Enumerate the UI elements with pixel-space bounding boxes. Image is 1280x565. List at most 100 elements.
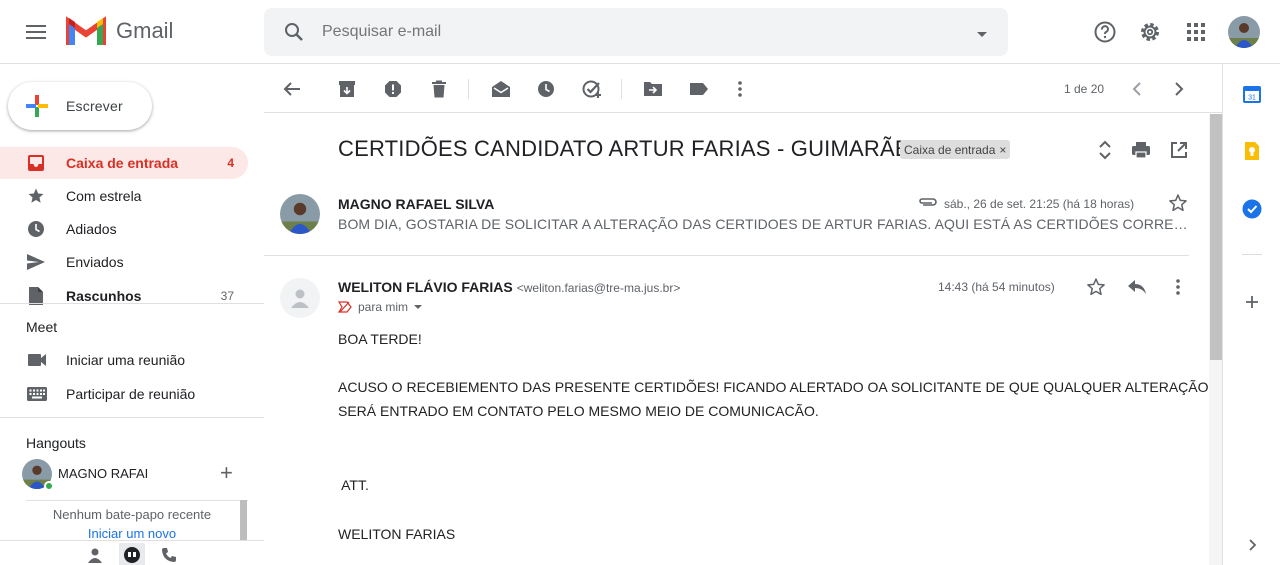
default-person-icon [291,289,309,308]
hangouts-user[interactable]: MAGNO RAFAI + [22,459,262,491]
hangouts-section-title: Hangouts [26,435,86,451]
label-icon [690,83,708,95]
reply-button[interactable] [1125,275,1149,299]
search-input[interactable] [322,20,922,44]
back-button[interactable] [280,77,304,101]
star-outline-icon [1087,278,1105,296]
star-button[interactable] [1166,191,1190,215]
remove-label-button[interactable]: × [999,143,1006,157]
sidebar-item-drafts[interactable]: Rascunhos 37 [0,280,248,312]
chevron-right-icon[interactable] [1242,535,1262,555]
main-scrollbar-thumb[interactable] [1210,114,1222,360]
sender-avatar[interactable] [280,278,320,318]
no-recent-chats-text: Nenhum bate-papo recente [52,507,212,522]
meet-item-label: Iniciar uma reunião [66,352,186,368]
app-name: Gmail [116,18,174,43]
unfold-icon [1099,140,1111,160]
keep-icon[interactable] [1242,141,1262,161]
add-addon-icon[interactable] [1242,292,1262,312]
video-camera-icon [26,350,48,370]
clock-icon [26,219,46,239]
phone-tab[interactable] [158,547,180,565]
archive-button[interactable] [335,77,359,101]
sidebar-item-label: Caixa de entrada [66,155,179,171]
gmail-logo[interactable]: Gmail [66,16,173,46]
person-icon [88,548,102,563]
tasks-icon[interactable] [1242,199,1262,219]
more-options-button[interactable] [728,77,752,101]
apps-button[interactable] [1182,18,1210,46]
star-button[interactable] [1084,275,1108,299]
compose-button[interactable]: Escrever [8,82,152,130]
hangouts-scrollbar[interactable] [240,500,247,540]
message-sender[interactable]: WELITON FLÁVIO FARIAS <weliton.farias@tre… [338,279,680,295]
send-icon [26,252,46,272]
sidebar-item-starred[interactable]: Com estrela [0,180,248,212]
inbox-label-chip: Caixa de entrada × [900,140,1011,159]
sidebar-item-label: Adiados [66,221,117,237]
report-spam-button[interactable] [381,77,405,101]
mark-unread-button[interactable] [489,77,513,101]
compose-label: Escrever [66,98,123,114]
newer-button[interactable] [1125,77,1149,101]
clock-icon [538,81,554,97]
hangouts-tab[interactable] [119,543,145,565]
delete-button[interactable] [427,77,451,101]
arrow-back-icon [283,82,300,96]
more-vert-icon [1176,279,1180,295]
label-chip-text: Caixa de entrada [904,142,996,157]
move-to-folder-icon [644,82,662,96]
importance-marker-icon [338,301,352,313]
sidebar-item-snoozed[interactable]: Adiados [0,213,248,245]
chevron-down-icon [414,305,423,309]
sidebar-item-label: Enviados [66,254,124,270]
pagination-text: 1 de 20 [1064,82,1105,96]
more-vert-icon [738,81,742,97]
account-avatar[interactable] [1228,16,1260,48]
message-more-button[interactable] [1166,275,1190,299]
message-sender[interactable]: MAGNO RAFAEL SILVA [338,196,494,212]
user-photo-icon [1228,16,1260,48]
sidebar-item-inbox[interactable]: Caixa de entrada 4 [0,147,248,179]
new-conversation-button[interactable]: + [220,462,233,484]
apps-grid-icon [1187,23,1205,41]
message-body-line: WELITON FARIAS [338,526,456,542]
meet-join-meeting[interactable]: Participar de reunião [0,378,264,410]
sender-name: WELITON FLÁVIO FARIAS [338,279,513,295]
snooze-button[interactable] [534,77,558,101]
message-body-line: ACUSO O RECEBIEMENTO DAS PRESENTE CERTID… [338,379,1209,395]
add-task-icon [582,80,601,98]
side-panel-divider [1242,254,1262,255]
search-bar [264,8,1008,56]
start-new-chat-link[interactable]: Iniciar um novo [26,526,238,541]
main-menu-button[interactable] [22,18,50,46]
settings-button[interactable] [1136,18,1164,46]
hangouts-conversations: Nenhum bate-papo recente Iniciar um novo [26,500,248,541]
sidebar-divider [0,303,264,304]
trash-icon [432,80,446,98]
recipients[interactable]: para mim [338,300,423,314]
new-window-button[interactable] [1167,138,1191,162]
support-button[interactable] [1091,18,1119,46]
message-date: 14:43 (há 54 minutos) [938,280,1055,294]
report-spam-icon [385,81,401,97]
search-options-icon[interactable] [976,26,988,44]
older-button[interactable] [1167,77,1191,101]
side-panel: 31 [1222,64,1280,565]
sender-avatar[interactable] [280,194,320,234]
search-icon[interactable] [282,20,306,49]
meet-new-meeting[interactable]: Iniciar uma reunião [0,344,264,376]
contacts-tab[interactable] [84,547,106,565]
message-toolbar: 1 de 20 [264,65,1222,113]
message-snippet[interactable]: BOM DIA, GOSTARIA DE SOLICITAR A ALTERAÇ… [338,216,1188,232]
sidebar-item-sent[interactable]: Enviados [0,246,248,278]
reply-icon [1128,280,1146,294]
star-outline-icon [1169,194,1187,212]
add-to-tasks-button[interactable] [580,77,604,101]
calendar-icon[interactable]: 31 [1242,84,1262,104]
move-to-button[interactable] [641,77,665,101]
expand-all-button[interactable] [1093,138,1117,162]
labels-button[interactable] [687,77,711,101]
star-icon [26,186,46,206]
print-all-button[interactable] [1129,138,1153,162]
